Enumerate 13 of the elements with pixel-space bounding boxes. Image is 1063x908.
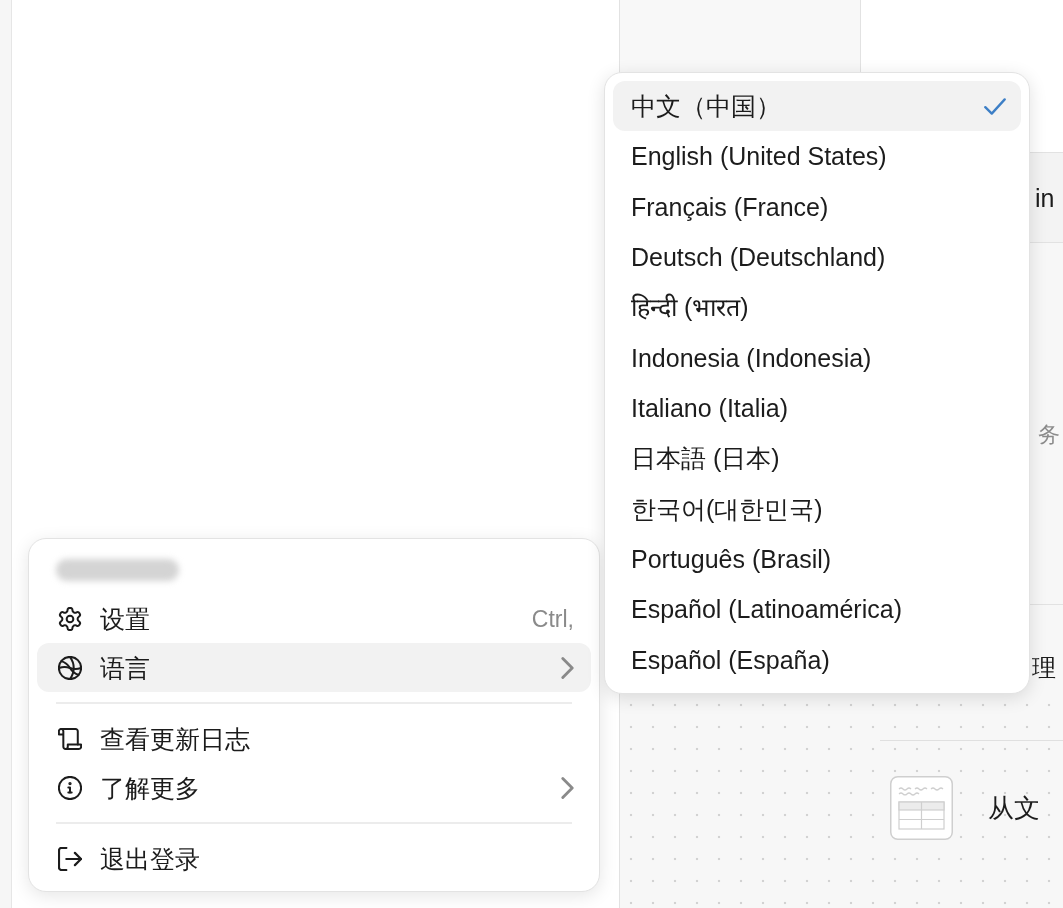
card-text: in bbox=[1035, 182, 1055, 213]
table-icon bbox=[890, 776, 953, 840]
settings-icon bbox=[58, 606, 82, 631]
globe-icon bbox=[58, 655, 82, 680]
menu-item[interactable]: 语言 bbox=[37, 643, 591, 692]
shortcut-label: Ctrl, bbox=[531, 604, 574, 633]
language-option[interactable]: 中文（中国） bbox=[613, 81, 1021, 132]
task-text: 务 bbox=[1038, 422, 1060, 447]
info-icon bbox=[58, 775, 82, 800]
item-text: 从文 bbox=[988, 792, 1040, 824]
item-text: 理 bbox=[1032, 654, 1056, 681]
scroll-icon bbox=[58, 726, 82, 751]
logout-icon bbox=[58, 846, 82, 871]
